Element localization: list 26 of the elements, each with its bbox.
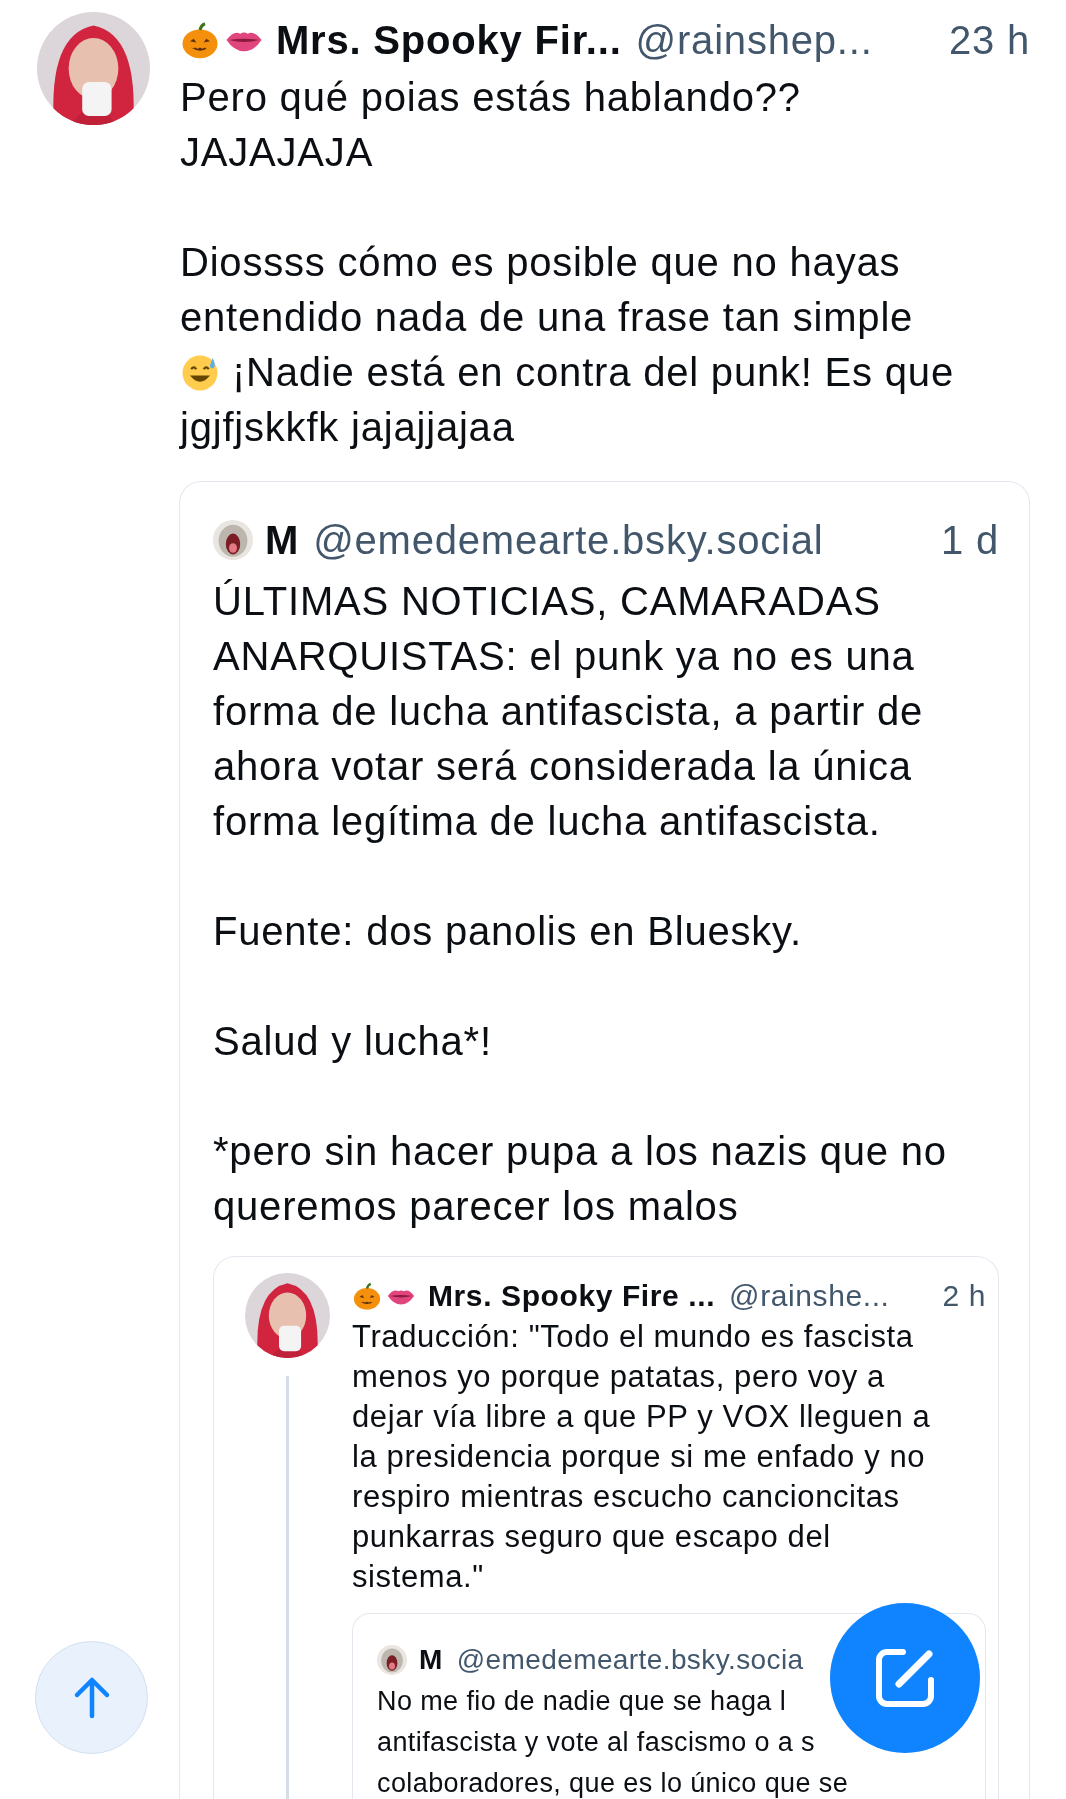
post-text: Fuente: dos panolis en Bluesky. bbox=[213, 909, 802, 953]
avatar[interactable] bbox=[213, 520, 253, 560]
post-text: Traducción: "Todo el mundo es fascista menos yo porque patatas, pero voy a dejar vía libre a que PP y VOX lleguen a la presidencia porque si me enfado y no respiro mientras escucho cancioncitas punkarras seguro que escapo del sistema." bbox=[352, 1319, 931, 1594]
author-handle[interactable]: @emedemearte.bsky.social bbox=[313, 512, 824, 568]
post-text: Diossss cómo es posible que no hayas entendido nada de una frase tan simple bbox=[180, 239, 915, 341]
author-name[interactable]: Mrs. Spooky Fir... bbox=[276, 12, 622, 68]
post-text-line: colaboradores, que es lo único que se bbox=[377, 1767, 849, 1799]
post-time[interactable]: 2 h bbox=[942, 1275, 986, 1317]
post-text: ¡Nadie está en contra del punk! Es que bbox=[232, 349, 954, 396]
compose-icon bbox=[873, 1646, 937, 1710]
post-text: ÚLTIMAS NOTICIAS, CAMARADAS ANARQUISTAS: el punk ya no es una forma de lucha antifascista, a partir de ahora votar será considerada la única forma legítima de lucha antifascista. bbox=[213, 579, 924, 843]
post-text-line: antifascista y vote al fascismo o a s bbox=[377, 1726, 815, 1760]
post-text: jgjfjskkfk jajajjajaa bbox=[180, 404, 516, 451]
author-name[interactable]: M bbox=[419, 1640, 443, 1680]
avatar[interactable] bbox=[377, 1644, 407, 1675]
author-handle[interactable]: @emedemearte.bsky.socia bbox=[456, 1640, 804, 1680]
author-handle[interactable]: @rainshe... bbox=[729, 1275, 890, 1317]
author-name[interactable]: M bbox=[265, 512, 300, 568]
post-text: Salud y lucha*! bbox=[213, 1019, 492, 1063]
post-time[interactable]: 1 d bbox=[941, 512, 999, 568]
author-handle[interactable]: @rainshep... bbox=[635, 12, 873, 68]
author-name[interactable]: Mrs. Spooky Fire ... bbox=[428, 1275, 716, 1317]
post-time[interactable]: 23 h bbox=[948, 12, 1030, 68]
post-text: Pero qué poias estás hablando?? JAJAJAJA bbox=[180, 75, 801, 174]
post-text: *pero sin hacer pupa a los nazis que no queremos parecer los malos bbox=[213, 1129, 947, 1228]
post-text-line: No me fio de nadie que se haga l bbox=[377, 1685, 787, 1719]
